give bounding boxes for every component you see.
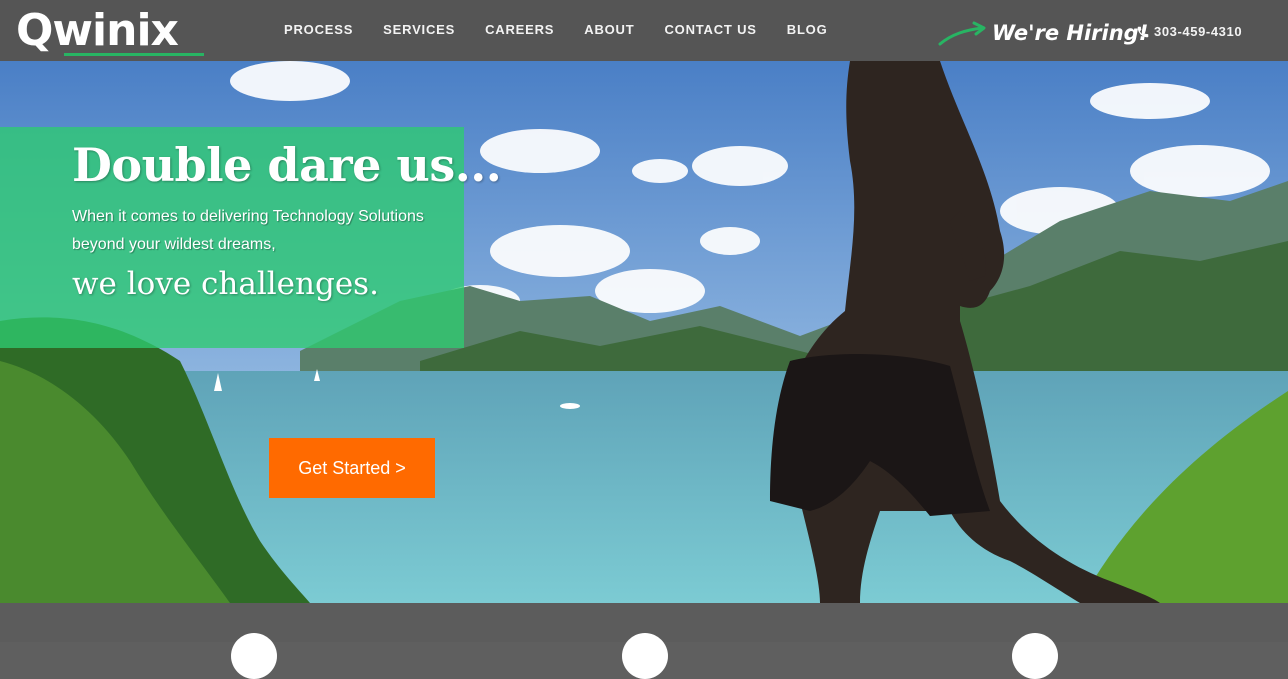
nav-item-about[interactable]: ABOUT — [584, 22, 634, 37]
qwinix-logo[interactable]: Qwinix — [16, 5, 204, 56]
hero-tagline: we love challenges. — [72, 266, 379, 302]
logo-text: Qwinix — [16, 5, 179, 56]
hiring-text: We're Hiring! — [992, 21, 1149, 45]
main-nav: PROCESS SERVICES CAREERS ABOUT CONTACT U… — [284, 22, 828, 37]
hero-subtitle: When it comes to delivering Technology S… — [72, 208, 424, 253]
nav-item-services[interactable]: SERVICES — [383, 22, 455, 37]
hiring-link[interactable]: We're Hiring! — [938, 18, 1148, 48]
nav-item-blog[interactable]: BLOG — [787, 22, 828, 37]
feature-strip — [0, 603, 1288, 679]
phone-number: 303-459-4310 — [1154, 24, 1243, 39]
feature-rocket-icon — [622, 633, 668, 679]
nav-item-contact-us[interactable]: CONTACT US — [664, 22, 756, 37]
logo-swoosh — [64, 53, 204, 56]
nav-item-careers[interactable]: CAREERS — [485, 22, 554, 37]
green-arrow-icon — [938, 21, 986, 46]
phone-link[interactable]: 303-459-4310 — [1136, 24, 1242, 39]
feature-circle-icon — [1012, 633, 1058, 679]
hero-title: Double dare us... — [72, 138, 502, 192]
phone-icon — [1137, 26, 1149, 37]
feature-circle-icon — [231, 633, 277, 679]
nav-item-process[interactable]: PROCESS — [284, 22, 353, 37]
get-started-button[interactable]: Get Started > — [269, 438, 435, 498]
site-header: Qwinix PROCESS SERVICES CAREERS ABOUT CO… — [0, 0, 1288, 61]
